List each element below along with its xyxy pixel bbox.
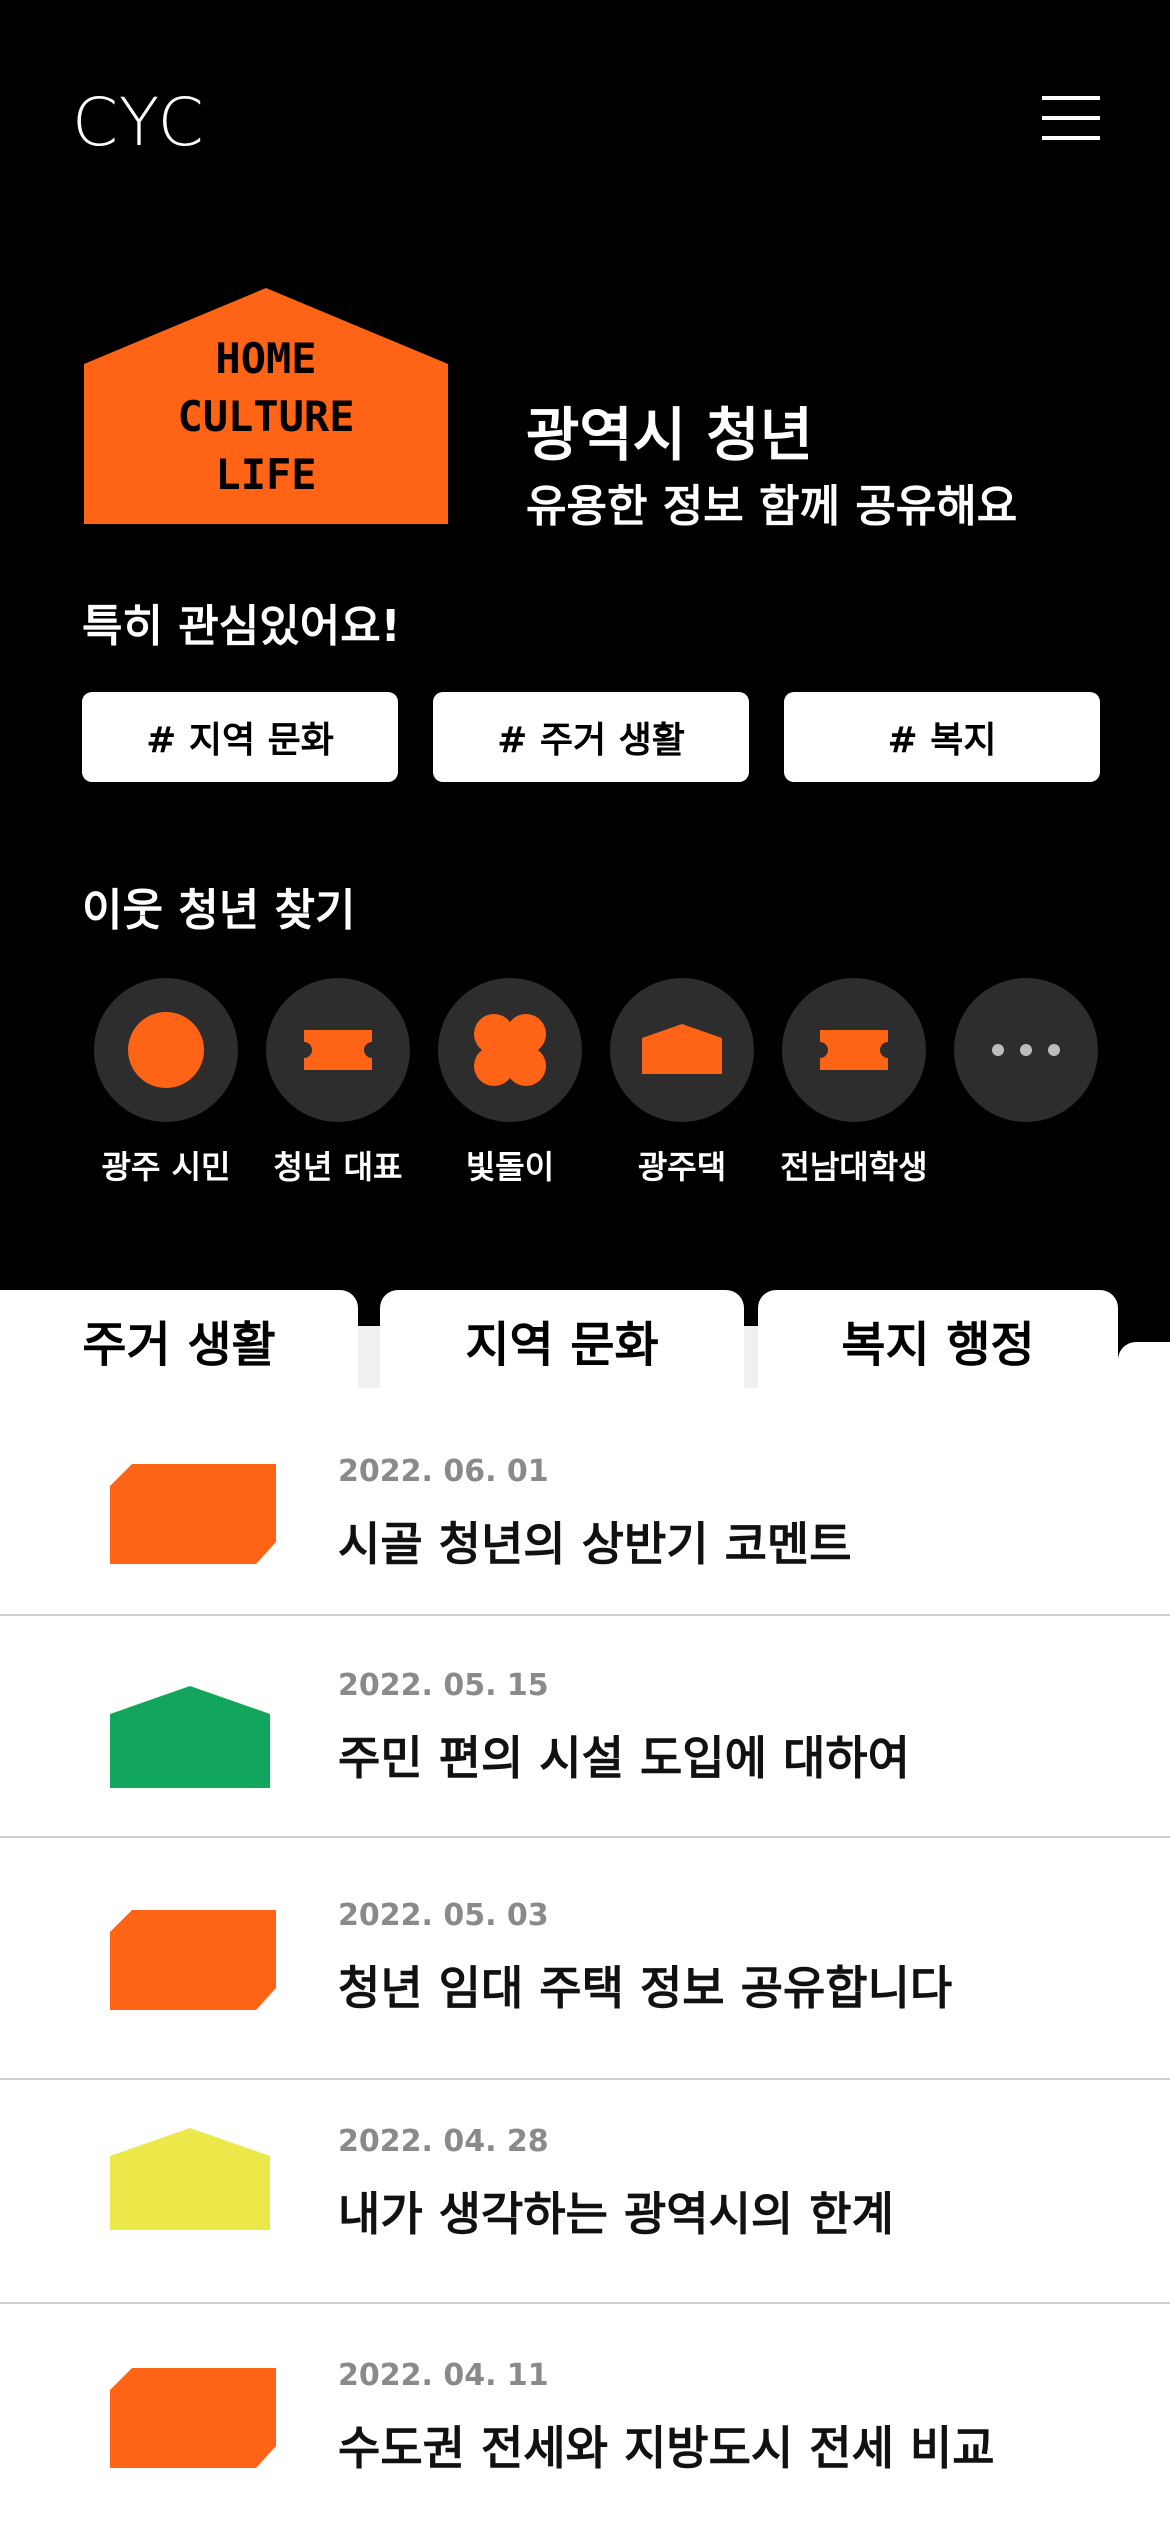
header: CYC <box>0 0 1170 240</box>
house-icon <box>642 1024 722 1074</box>
more-icon <box>992 1044 1060 1056</box>
post-title: 내가 생각하는 광역시의 한계 <box>338 2187 894 2241</box>
post-title: 청년 임대 주택 정보 공유합니다 <box>338 1961 953 2015</box>
neighbor-avatar <box>94 978 238 1122</box>
tab-welfare[interactable]: 복지 행정 <box>758 1290 1118 1390</box>
interest-chip-local-culture[interactable]: # 지역 문화 <box>82 692 398 782</box>
post-item[interactable]: 2022. 06. 01 시골 청년의 상반기 코멘트 <box>0 1388 1170 1616</box>
hamburger-menu-icon[interactable] <box>1042 96 1100 142</box>
interests-title: 특히 관심있어요! <box>82 601 401 652</box>
neighbor-avatar <box>954 978 1098 1122</box>
post-title: 시골 청년의 상반기 코멘트 <box>338 1517 852 1571</box>
post-item[interactable]: 2022. 04. 11 수도권 전세와 지방도시 전세 비교 <box>0 2304 1170 2532</box>
post-item[interactable]: 2022. 05. 15 주민 편의 시설 도입에 대하여 <box>0 1616 1170 1838</box>
circle-icon <box>128 1012 204 1088</box>
post-item[interactable]: 2022. 05. 03 청년 임대 주택 정보 공유합니다 <box>0 1838 1170 2080</box>
category-tabs: 주거 생활 지역 문화 복지 행정 <box>0 1290 1170 1426</box>
tab-housing[interactable]: 주거 생활 <box>0 1290 358 1390</box>
badge-thumbnail-icon <box>110 2368 276 2468</box>
hero-subtitle: 유용한 정보 함께 공유해요 <box>526 481 1018 532</box>
post-list: 2022. 06. 01 시골 청년의 상반기 코멘트 2022. 05. 15… <box>0 1388 1170 2532</box>
post-date: 2022. 04. 28 <box>338 2124 549 2159</box>
hero-title: 광역시 청년 <box>526 401 813 469</box>
hero-house-text: HOME CULTURE LIFE <box>84 330 448 504</box>
neighbors-title: 이웃 청년 찾기 <box>82 885 356 936</box>
badge-thumbnail-icon <box>110 1910 276 2010</box>
post-item[interactable]: 2022. 04. 28 내가 생각하는 광역시의 한계 <box>0 2080 1170 2304</box>
neighbor-avatar <box>266 978 410 1122</box>
neighbor-youth-rep[interactable]: 청년 대표 <box>266 978 410 1186</box>
post-title: 수도권 전세와 지방도시 전세 비교 <box>338 2421 995 2475</box>
neighbor-avatar <box>438 978 582 1122</box>
ticket-icon <box>820 1030 888 1070</box>
neighbor-bitdoli[interactable]: 빛돌이 <box>438 978 582 1186</box>
neighbor-list: 광주 시민 청년 대표 빛돌이 광주댁 전남대학생 <box>94 978 1100 1198</box>
neighbor-gwangju-house[interactable]: 광주댁 <box>610 978 754 1186</box>
post-date: 2022. 04. 11 <box>338 2358 549 2393</box>
neighbor-gwangju-citizen[interactable]: 광주 시민 <box>94 978 238 1186</box>
post-date: 2022. 05. 15 <box>338 1668 549 1703</box>
interest-chip-housing[interactable]: # 주거 생활 <box>433 692 749 782</box>
hero-house-line: HOME <box>215 334 317 383</box>
hero-house-line: CULTURE <box>177 392 355 441</box>
ticket-icon <box>304 1030 372 1070</box>
house-thumbnail-icon <box>110 2128 270 2230</box>
app-logo[interactable]: CYC <box>72 84 206 161</box>
neighbor-more[interactable] <box>954 978 1098 1122</box>
tab-local-culture[interactable]: 지역 문화 <box>380 1290 744 1390</box>
neighbor-jnu-student[interactable]: 전남대학생 <box>780 978 928 1186</box>
interest-chip-welfare[interactable]: # 복지 <box>784 692 1100 782</box>
neighbor-label: 전남대학생 <box>780 1148 928 1186</box>
house-thumbnail-icon <box>110 1686 270 1788</box>
hero-house-line: LIFE <box>215 450 317 499</box>
flower-icon <box>474 1014 546 1086</box>
post-date: 2022. 05. 03 <box>338 1898 549 1933</box>
post-date: 2022. 06. 01 <box>338 1454 549 1489</box>
tab-corner <box>1118 1342 1170 1390</box>
badge-thumbnail-icon <box>110 1464 276 1564</box>
neighbor-avatar <box>782 978 926 1122</box>
neighbor-avatar <box>610 978 754 1122</box>
interest-chips: # 지역 문화 # 주거 생활 # 복지 <box>82 692 1100 782</box>
post-title: 주민 편의 시설 도입에 대하여 <box>338 1731 910 1785</box>
